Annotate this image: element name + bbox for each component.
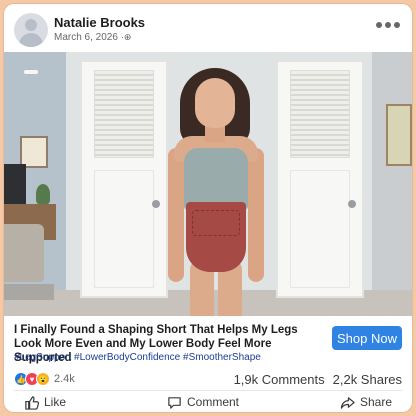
avatar-body: [19, 33, 43, 47]
like-button[interactable]: Like: [24, 392, 66, 412]
closet-door-left: [80, 60, 168, 298]
shop-now-button[interactable]: Shop Now: [332, 326, 402, 350]
more-options-icon[interactable]: [376, 22, 400, 28]
wow-icon: 😮: [36, 372, 50, 386]
comment-button[interactable]: Comment: [167, 392, 239, 412]
door-panel: [94, 170, 154, 288]
action-bar: Like Comment Share: [4, 392, 412, 412]
comment-icon: [168, 396, 181, 409]
shorts-waistband: [192, 210, 240, 236]
dot: [394, 22, 400, 28]
avatar-head: [25, 19, 37, 31]
wall-right: [372, 52, 412, 316]
post-card: Natalie Brooks March 6, 2026 ·⊕ I Finall…: [4, 4, 412, 412]
divider: [14, 390, 402, 391]
reactions-count: 2.4k: [54, 373, 75, 385]
dot: [385, 22, 391, 28]
reactions-summary[interactable]: 👍 ♥ 😮 2.4k: [14, 372, 75, 386]
rug: [4, 284, 54, 300]
hashtags[interactable]: #LegSupport #LowerBodyConfidence #Smooth…: [14, 352, 261, 363]
plant: [36, 184, 50, 204]
post-image[interactable]: [4, 52, 412, 316]
door-knob: [348, 200, 356, 208]
globe-icon: ·⊕: [120, 32, 132, 42]
arm-left: [168, 148, 184, 282]
closet-door-right: [276, 60, 364, 298]
engagement-counts: 1,9k Comments 2,2k Shares: [234, 372, 402, 387]
shaping-shorts: [186, 202, 246, 272]
comments-count[interactable]: 1,9k Comments: [234, 372, 325, 387]
post-date[interactable]: March 6, 2026: [54, 32, 118, 43]
share-label: Share: [359, 395, 392, 409]
post-header: Natalie Brooks March 6, 2026 ·⊕: [4, 4, 412, 52]
door-louver: [94, 70, 154, 158]
door-knob: [152, 200, 160, 208]
shares-count[interactable]: 2,2k Shares: [333, 372, 402, 387]
share-button[interactable]: Share: [340, 392, 392, 412]
dot: [376, 22, 382, 28]
person-figure: [160, 62, 276, 316]
arm-right: [248, 148, 264, 282]
tank-top: [184, 148, 248, 210]
post-meta: March 6, 2026 ·⊕: [54, 32, 131, 43]
like-label: Like: [44, 395, 67, 409]
avatar[interactable]: [14, 13, 48, 47]
comment-label: Comment: [186, 395, 239, 409]
door-louver: [290, 70, 350, 158]
thumbs-up-icon: [25, 395, 39, 410]
ceiling-light: [24, 70, 38, 74]
post-stats: 👍 ♥ 😮 2.4k 1,9k Comments 2,2k Shares: [4, 368, 412, 390]
door-panel: [290, 170, 350, 288]
tv: [4, 164, 26, 206]
sofa: [4, 224, 44, 282]
wall-art-right: [386, 104, 412, 166]
share-icon: [340, 396, 355, 409]
face: [195, 78, 235, 128]
ad-cta-bar: I Finally Found a Shaping Short That Hel…: [4, 316, 412, 368]
author-name[interactable]: Natalie Brooks: [54, 15, 145, 30]
